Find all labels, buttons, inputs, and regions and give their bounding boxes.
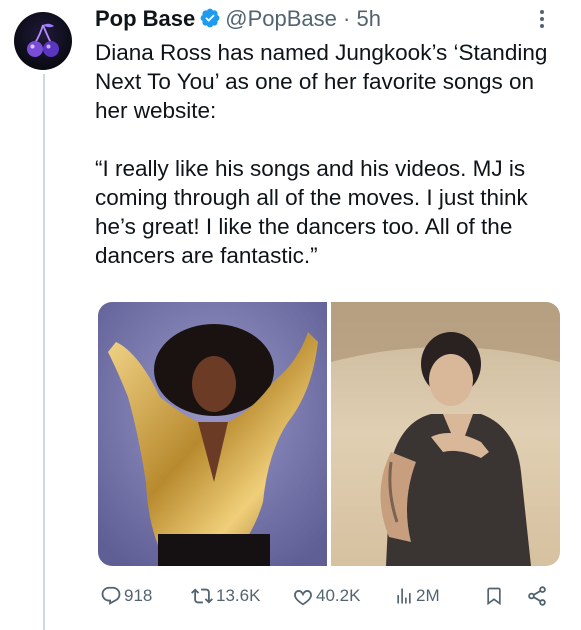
views-icon xyxy=(397,588,411,604)
views-button[interactable]: 2M xyxy=(394,578,440,614)
timestamp[interactable]: 5h xyxy=(356,6,380,31)
photo-jungkook[interactable] xyxy=(331,302,560,566)
share-icon xyxy=(528,586,546,606)
avatar[interactable] xyxy=(14,12,72,70)
action-bar: 918 13.6K 40.2K 2M xyxy=(98,578,560,614)
heart-icon xyxy=(294,590,312,606)
like-count: 40.2K xyxy=(316,586,361,605)
cherries-logo xyxy=(27,23,59,57)
views-count: 2M xyxy=(416,586,440,605)
author-name[interactable]: Pop Base xyxy=(95,6,195,31)
repost-count: 13.6K xyxy=(216,586,261,605)
reply-count: 918 xyxy=(124,586,153,605)
bookmark-icon xyxy=(487,587,501,606)
verified-badge-icon xyxy=(199,7,221,35)
photo-diana-ross[interactable] xyxy=(98,302,327,566)
share-button[interactable] xyxy=(526,578,548,614)
repost-button[interactable]: 13.6K xyxy=(190,578,260,614)
media-grid xyxy=(98,302,560,566)
thread-line xyxy=(43,74,45,630)
reply-icon xyxy=(101,586,121,605)
reply-button[interactable]: 918 xyxy=(100,578,152,614)
like-button[interactable]: 40.2K xyxy=(292,578,360,614)
tweet-header: Pop Base @PopBase · 5h xyxy=(95,6,381,35)
author-handle[interactable]: @PopBase xyxy=(225,6,337,31)
repost-icon xyxy=(191,588,213,604)
tweet-text: Diana Ross has named Jungkook’s ‘Standin… xyxy=(95,38,565,270)
tweet-paragraph: Diana Ross has named Jungkook’s ‘Standin… xyxy=(95,40,548,123)
bookmark-button[interactable] xyxy=(484,578,504,614)
tweet-paragraph: “I really like his songs and his videos.… xyxy=(95,156,528,268)
more-icon[interactable] xyxy=(532,6,552,32)
separator-dot: · xyxy=(343,6,351,31)
